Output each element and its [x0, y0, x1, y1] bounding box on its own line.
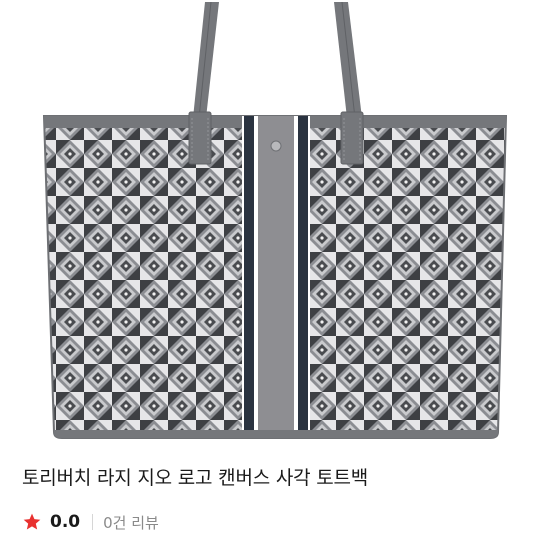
rating-value: 0.0	[50, 512, 81, 532]
tote-bag-image	[42, 1, 508, 439]
star-icon	[23, 513, 41, 530]
meta-divider	[92, 514, 94, 530]
review-count[interactable]: 0건 리뷰	[103, 512, 159, 533]
product-image[interactable]	[0, 0, 552, 442]
product-meta: 0.0 0건 리뷰	[22, 510, 159, 534]
product-title[interactable]: 토리버치 라지 지오 로고 캔버스 사각 토트백	[22, 463, 368, 490]
product-card[interactable]: 토리버치 라지 지오 로고 캔버스 사각 토트백 0.0 0건 리뷰	[0, 0, 552, 552]
